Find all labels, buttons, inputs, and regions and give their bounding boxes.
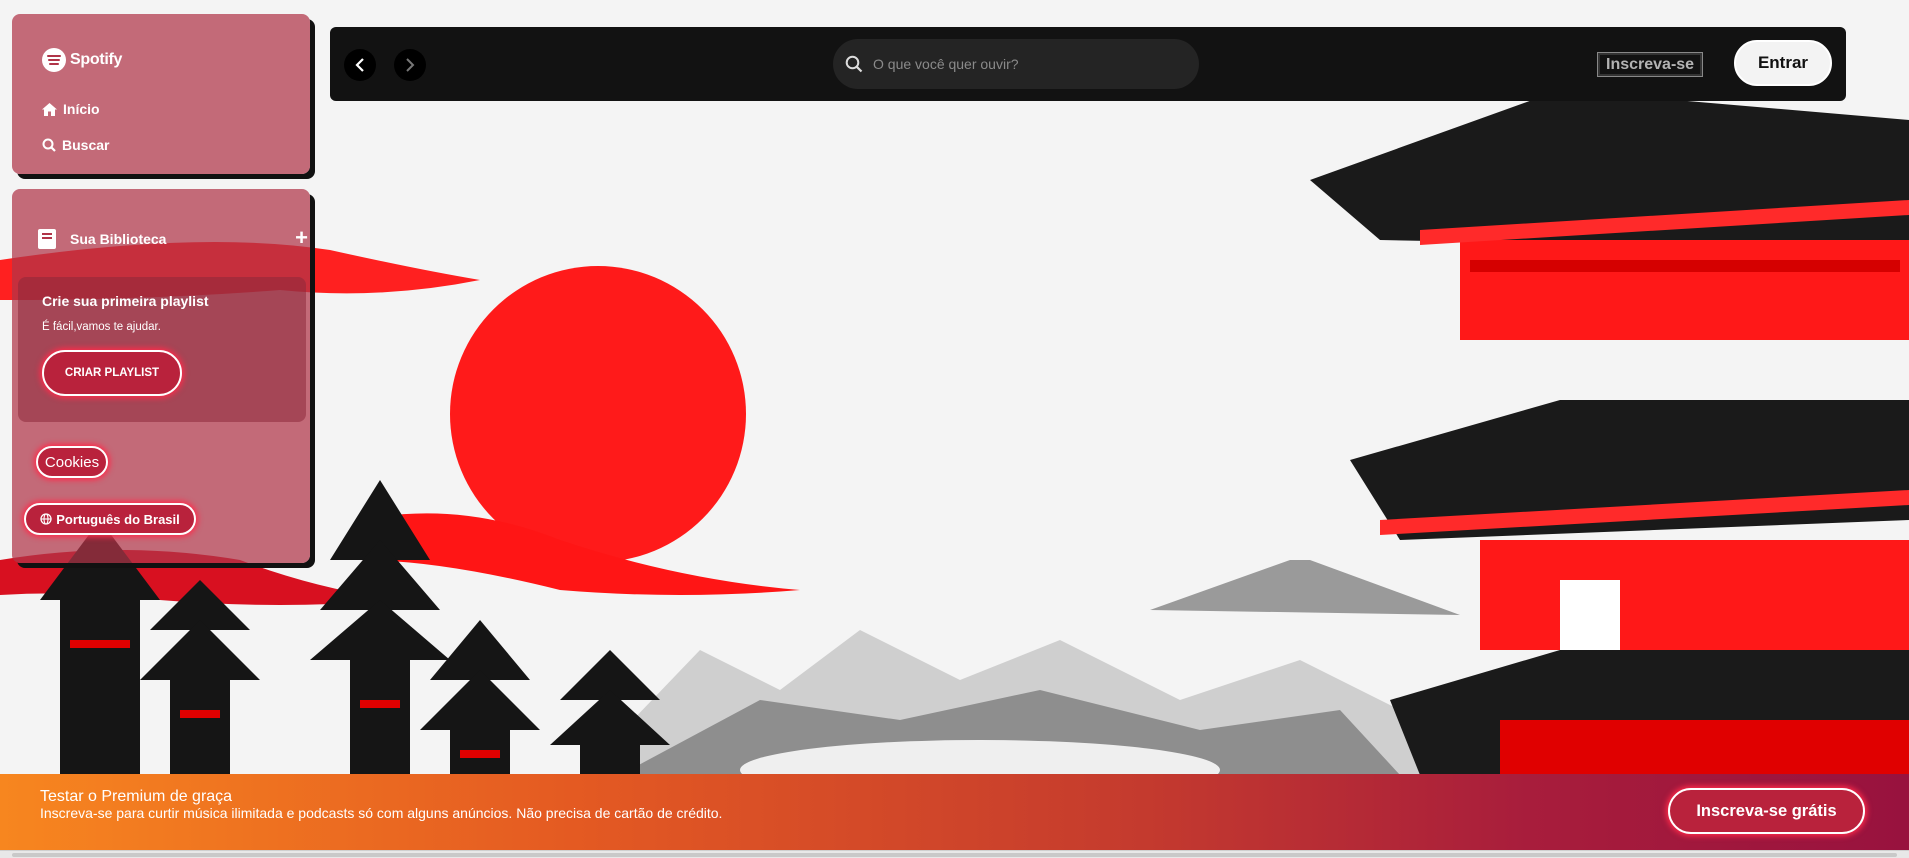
scrollbar-thumb[interactable] [12, 853, 1897, 857]
signup-button[interactable]: Inscreva-se [1596, 52, 1704, 77]
sidebar-nav-panel: Spotify Início Buscar [12, 14, 310, 174]
language-label: Português do Brasil [56, 511, 180, 527]
create-playlist-card: Crie sua primeira playlist É fácil,vamos… [18, 277, 306, 422]
login-button[interactable]: Entrar [1734, 40, 1832, 86]
chevron-left-icon [355, 58, 364, 72]
spotify-logo[interactable]: Spotify [42, 48, 122, 72]
sidebar-item-label: Buscar [62, 137, 110, 153]
signup-free-button[interactable]: Inscreva-se grátis [1668, 788, 1865, 834]
create-playlist-button[interactable]: CRIAR PLAYLIST [42, 350, 182, 396]
chevron-right-icon [406, 58, 415, 72]
language-button[interactable]: Português do Brasil [24, 503, 196, 535]
library-title: Sua Biblioteca [70, 231, 167, 247]
search-input[interactable] [873, 56, 1173, 72]
banner-subtitle: Inscreva-se para curtir música ilimitada… [40, 805, 723, 821]
horizontal-scrollbar[interactable] [0, 850, 1909, 858]
home-icon [42, 102, 57, 116]
spotify-logo-icon [42, 48, 66, 72]
plus-icon[interactable]: + [295, 225, 308, 251]
globe-icon [40, 513, 52, 525]
sidebar-item-home[interactable]: Início [42, 101, 100, 117]
library-icon [38, 229, 56, 249]
library-panel: Sua Biblioteca + Crie sua primeira playl… [12, 189, 310, 563]
search-bar [833, 39, 1199, 89]
logo-text: Spotify [70, 51, 123, 68]
library-header[interactable]: Sua Biblioteca [38, 229, 166, 249]
sidebar-item-search[interactable]: Buscar [42, 137, 109, 153]
back-button[interactable] [344, 49, 376, 81]
card-subtitle: É fácil,vamos te ajudar. [42, 321, 161, 333]
top-bar: Inscreva-se Entrar [330, 27, 1846, 101]
premium-banner: Testar o Premium de graça Inscreva-se pa… [0, 774, 1909, 850]
cookies-button[interactable]: Cookies [36, 446, 108, 478]
card-title: Crie sua primeira playlist [42, 293, 209, 309]
search-icon [42, 138, 56, 152]
search-icon [845, 55, 863, 73]
sidebar-item-label: Início [63, 101, 100, 117]
forward-button[interactable] [394, 49, 426, 81]
banner-title: Testar o Premium de graça [40, 788, 233, 805]
